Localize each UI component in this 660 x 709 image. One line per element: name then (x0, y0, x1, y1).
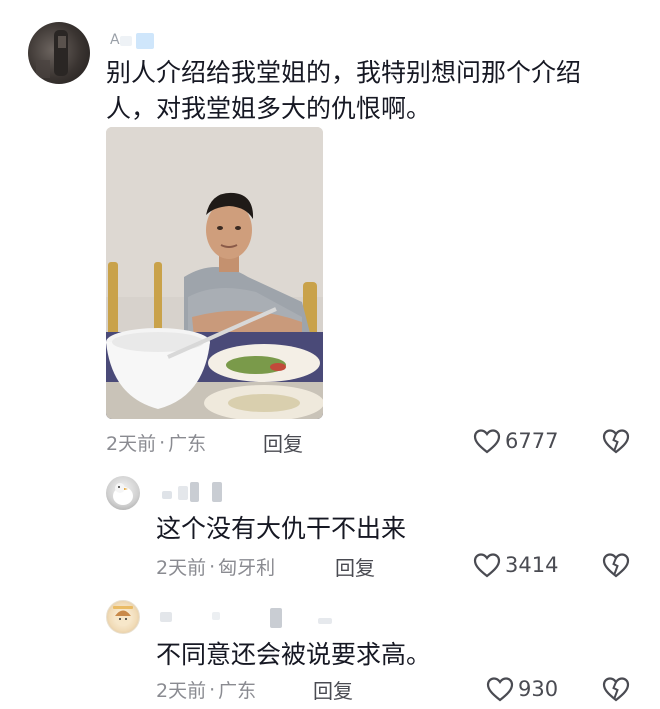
like-button[interactable]: 930 (486, 676, 558, 702)
comment-meta: 2天前 · 广东 (156, 676, 256, 703)
username-mask (178, 486, 188, 500)
meta-separator: · (209, 678, 216, 701)
dislike-button[interactable] (601, 676, 631, 706)
avatar-photo (36, 30, 68, 78)
comment-location: 匈牙利 (218, 557, 276, 579)
comment-text: 别人介绍给我堂姐的，我特别想问那个介绍 (106, 58, 582, 87)
avatar[interactable] (106, 476, 140, 510)
comment-text: 人，对我堂姐多大的仇恨啊。 (106, 94, 432, 123)
comment-location: 广东 (218, 680, 257, 702)
username-mask (136, 33, 154, 49)
comment-meta: 2天前 · 广东 (106, 429, 206, 456)
username-mask (160, 612, 172, 622)
comment-meta: 2天前 · 匈牙利 (156, 553, 275, 580)
broken-heart-icon (602, 429, 630, 454)
username-mask (270, 608, 282, 628)
reply-button[interactable]: 回复 (313, 675, 353, 704)
heart-outline-icon (486, 677, 514, 702)
like-button[interactable]: 6777 (473, 428, 558, 454)
avatar[interactable] (106, 600, 140, 634)
meta-separator: · (159, 431, 166, 454)
username-mask (318, 618, 332, 624)
comment-image[interactable] (106, 127, 323, 419)
username-initial: A (110, 32, 120, 48)
broken-heart-icon (602, 553, 630, 578)
comment-time: 2天前 (156, 680, 207, 702)
username-mask (162, 491, 172, 499)
comment-text: 这个没有大仇干不出来 (156, 514, 407, 543)
like-count: 930 (518, 677, 559, 701)
like-count: 6777 (505, 429, 559, 453)
reply-button[interactable]: 回复 (335, 552, 375, 581)
like-count: 3414 (505, 553, 559, 577)
avatar-photo (113, 483, 133, 505)
dislike-button[interactable] (601, 552, 631, 582)
comment-text: 不同意还会被说要求高。 (156, 640, 432, 669)
avatar[interactable] (28, 22, 90, 84)
heart-outline-icon (473, 429, 501, 454)
meta-separator: · (209, 555, 216, 578)
dislike-button[interactable] (601, 428, 631, 458)
avatar-photo (113, 606, 133, 626)
comment-time: 2天前 (106, 433, 157, 455)
comment-location: 广东 (168, 433, 207, 455)
username-mask (120, 36, 132, 46)
like-button[interactable]: 3414 (473, 552, 558, 578)
comment-time: 2天前 (156, 557, 207, 579)
broken-heart-icon (602, 677, 630, 702)
photo-man-at-table (106, 127, 323, 419)
username-mask (212, 482, 222, 502)
username-mask (190, 482, 199, 502)
reply-button[interactable]: 回复 (263, 428, 303, 457)
username-mask (212, 612, 220, 620)
heart-outline-icon (473, 553, 501, 578)
